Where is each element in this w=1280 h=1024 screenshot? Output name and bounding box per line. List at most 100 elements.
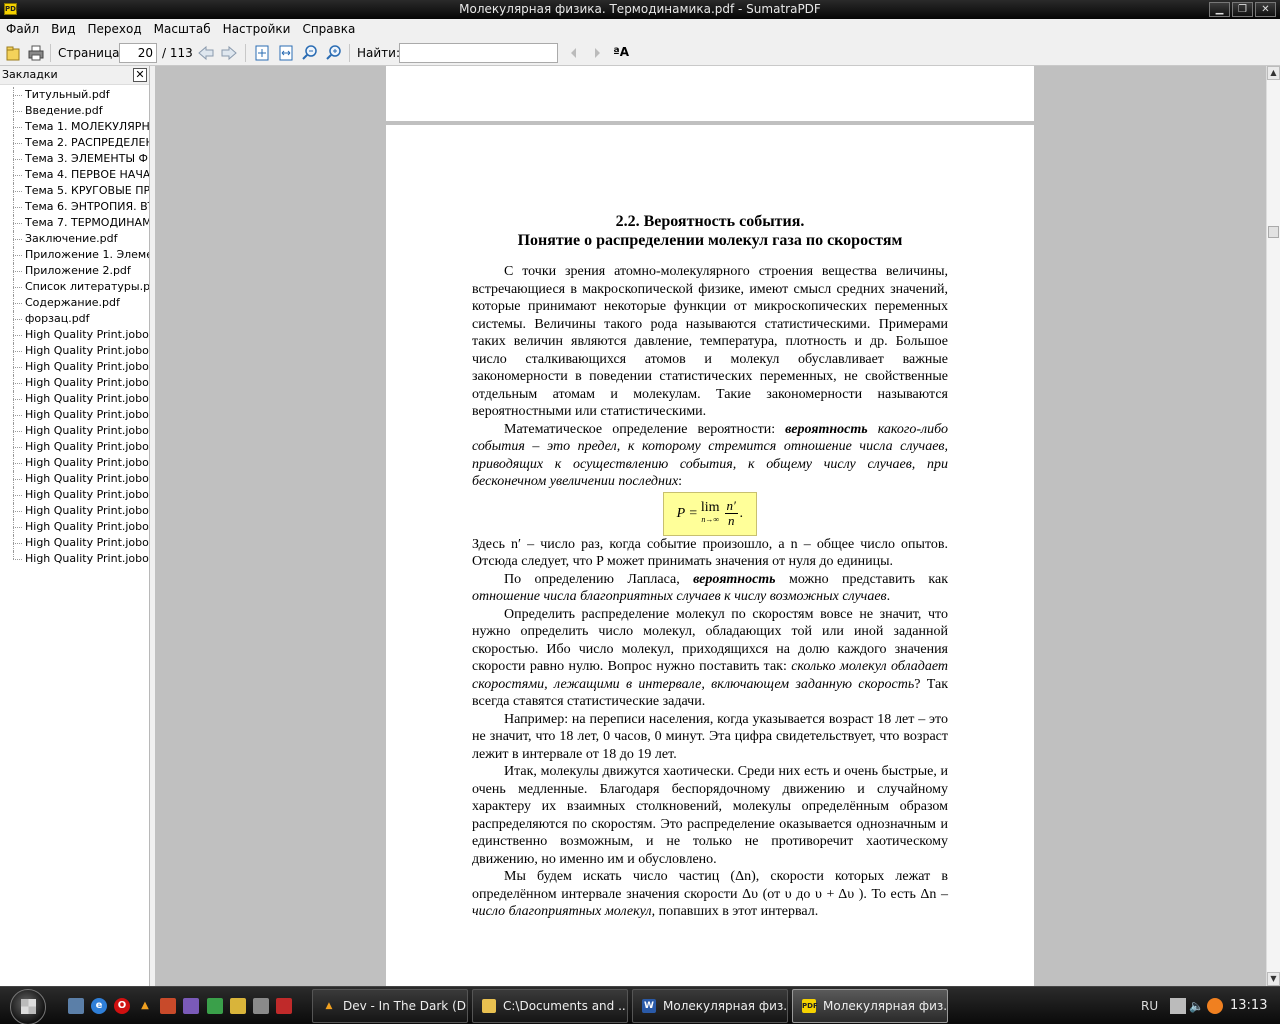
app-quick-icon-4[interactable] — [230, 998, 246, 1014]
show-desktop-icon[interactable] — [68, 998, 84, 1014]
bookmark-item[interactable]: High Quality Print.jobop — [0, 359, 149, 375]
pdf-page: 2.2. Вероятность события. Понятие о расп… — [386, 125, 1034, 986]
close-button[interactable]: ✕ — [1255, 2, 1276, 17]
prev-page-icon[interactable] — [197, 44, 215, 62]
find-input[interactable] — [399, 43, 558, 63]
bookmarks-header: Закладки ✕ — [0, 66, 149, 85]
document-canvas[interactable]: 2.2. Вероятность события. Понятие о расп… — [155, 66, 1266, 986]
text-run: : — [678, 474, 683, 489]
bookmark-item[interactable]: Список литературы.pdf — [0, 279, 149, 295]
app-quick-icon-2[interactable] — [183, 998, 199, 1014]
app-quick-icon-6[interactable] — [276, 998, 292, 1014]
bookmark-item[interactable]: High Quality Print.jobop — [0, 487, 149, 503]
start-button[interactable] — [10, 989, 46, 1024]
sumatra-icon: PDF — [802, 999, 818, 1013]
print-icon[interactable] — [27, 44, 45, 62]
bookmark-item[interactable]: High Quality Print.jobop — [0, 423, 149, 439]
next-page-icon[interactable] — [220, 44, 238, 62]
bookmark-item[interactable]: Приложение 1. Элемен — [0, 247, 149, 263]
taskbar-task-word[interactable]: W Молекулярная физ... — [632, 989, 788, 1023]
task-label: Dev - In The Dark (D... — [343, 999, 468, 1013]
match-case-icon[interactable]: ªA — [613, 45, 629, 59]
bookmark-item[interactable]: High Quality Print.jobop — [0, 391, 149, 407]
bookmark-item[interactable]: Тема 5. КРУГОВЫЕ ПРО — [0, 183, 149, 199]
bookmark-item[interactable]: High Quality Print.jobop — [0, 535, 149, 551]
restore-button[interactable]: ❐ — [1232, 2, 1253, 17]
zoom-out-icon[interactable] — [301, 44, 319, 62]
bookmark-item[interactable]: Тема 4. ПЕРВОЕ НАЧАЛО — [0, 167, 149, 183]
toolbar-separator — [245, 44, 246, 62]
language-indicator[interactable]: RU — [1141, 999, 1158, 1013]
winamp-quick-icon[interactable]: ▲ — [137, 998, 153, 1014]
formula-numerator: n′ — [724, 498, 738, 514]
bookmark-item[interactable]: Тема 1. МОЛЕКУЛЯРНО- — [0, 119, 149, 135]
menu-goto[interactable]: Переход — [81, 19, 147, 40]
opera-icon[interactable]: O — [114, 998, 130, 1014]
minimize-icon: ▁ — [1215, 4, 1224, 15]
fit-page-icon[interactable] — [253, 44, 271, 62]
tray-app-icon[interactable] — [1207, 998, 1223, 1014]
scroll-thumb[interactable] — [1268, 226, 1279, 238]
scroll-down-button[interactable]: ▼ — [1267, 972, 1280, 986]
text-run: , попавших в этот интервал. — [651, 904, 819, 919]
bookmark-item[interactable]: High Quality Print.jobop — [0, 455, 149, 471]
taskbar-task-winamp[interactable]: ▲ Dev - In The Dark (D... — [312, 989, 468, 1023]
bookmark-item[interactable]: Введение.pdf — [0, 103, 149, 119]
bookmark-item[interactable]: High Quality Print.jobop — [0, 343, 149, 359]
close-sidebar-button[interactable]: ✕ — [133, 68, 147, 82]
bookmark-item[interactable]: High Quality Print.jobop — [0, 327, 149, 343]
menu-help[interactable]: Справка — [296, 19, 361, 40]
bookmark-item[interactable]: форзац.pdf — [0, 311, 149, 327]
probability-formula: P = lim n→∞ n′ n . — [663, 491, 757, 536]
bookmark-item[interactable]: Тема 6. ЭНТРОПИЯ. ВТО — [0, 199, 149, 215]
bookmark-item[interactable]: Титульный.pdf — [0, 87, 149, 103]
scroll-down-icon: ▼ — [1270, 974, 1277, 983]
find-next-icon[interactable] — [588, 44, 606, 62]
bookmark-item[interactable]: High Quality Print.jobop — [0, 519, 149, 535]
toolbar-separator — [50, 44, 51, 62]
vertical-scrollbar[interactable]: ▲ ▼ — [1266, 66, 1280, 986]
bookmark-item[interactable]: Тема 2. РАСПРЕДЕЛЕНИ — [0, 135, 149, 151]
bookmark-item[interactable]: Содержание.pdf — [0, 295, 149, 311]
network-icon[interactable] — [1170, 998, 1186, 1014]
bookmark-item[interactable]: High Quality Print.jobop — [0, 407, 149, 423]
scroll-up-button[interactable]: ▲ — [1267, 66, 1280, 80]
bookmarks-title: Закладки — [2, 68, 58, 81]
menu-zoom[interactable]: Масштаб — [148, 19, 217, 40]
task-label: C:\Documents and ... — [503, 999, 628, 1013]
find-prev-icon[interactable] — [565, 44, 583, 62]
zoom-in-icon[interactable] — [325, 44, 343, 62]
menu-view[interactable]: Вид — [45, 19, 81, 40]
minimize-button[interactable]: ▁ — [1209, 2, 1230, 17]
clock[interactable]: 13:13 — [1230, 998, 1267, 1013]
bookmark-item[interactable]: Тема 7. ТЕРМОДИНАМИ — [0, 215, 149, 231]
bookmark-item[interactable]: High Quality Print.jobop — [0, 551, 149, 567]
text-run: можно представить как — [775, 571, 948, 587]
bookmark-item[interactable]: High Quality Print.jobop — [0, 503, 149, 519]
taskbar-task-explorer[interactable]: C:\Documents and ... — [472, 989, 628, 1023]
ie-icon[interactable]: e — [91, 998, 107, 1014]
formula-limit: lim n→∞ — [701, 500, 720, 526]
menu-settings[interactable]: Настройки — [217, 19, 297, 40]
word-icon: W — [642, 999, 656, 1013]
open-icon[interactable] — [4, 44, 22, 62]
bookmark-item[interactable]: Заключение.pdf — [0, 231, 149, 247]
menu-file[interactable]: Файл — [0, 19, 45, 40]
taskbar-task-sumatra[interactable]: PDF Молекулярная физ... — [792, 989, 948, 1023]
paragraph-2: Математическое определение вероятности: … — [472, 421, 948, 491]
text-run: отношение числа благоприятных случаев к … — [472, 589, 887, 604]
app-quick-icon-3[interactable] — [207, 998, 223, 1014]
text-run: вероятность — [785, 421, 868, 437]
page-number-input[interactable] — [119, 43, 157, 63]
text-run: Мы будем искать число частиц (Δn), скоро… — [472, 869, 948, 902]
bookmark-item[interactable]: High Quality Print.jobop — [0, 439, 149, 455]
bookmark-item[interactable]: Тема 3. ЭЛЕМЕНТЫ ФИЗ — [0, 151, 149, 167]
bookmark-item[interactable]: High Quality Print.jobop — [0, 471, 149, 487]
app-quick-icon[interactable] — [160, 998, 176, 1014]
bookmark-item[interactable]: Приложение 2.pdf — [0, 263, 149, 279]
app-quick-icon-5[interactable] — [253, 998, 269, 1014]
previous-page-bottom — [386, 66, 1034, 121]
bookmark-item[interactable]: High Quality Print.jobop — [0, 375, 149, 391]
volume-icon[interactable]: 🔈 — [1189, 998, 1205, 1014]
fit-width-icon[interactable] — [277, 44, 295, 62]
